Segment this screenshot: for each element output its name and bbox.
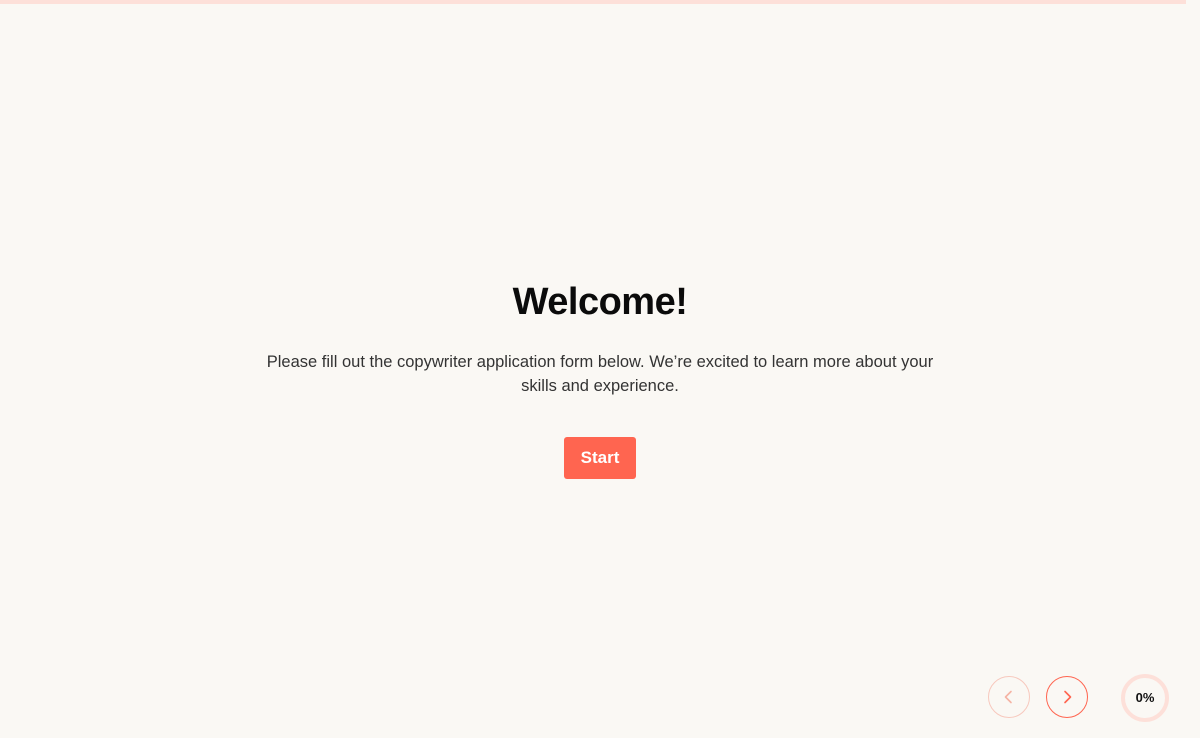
next-button[interactable] — [1046, 676, 1088, 718]
welcome-description: Please fill out the copywriter applicati… — [266, 353, 934, 395]
welcome-screen: Welcome! Please fill out the copywriter … — [0, 282, 1200, 479]
chevron-right-icon — [1064, 690, 1072, 704]
top-progress-bar — [0, 0, 1186, 4]
start-button[interactable]: Start — [564, 437, 636, 479]
progress-percent-label: 0% — [1135, 690, 1155, 705]
previous-button[interactable] — [988, 676, 1030, 718]
chevron-left-icon — [1004, 690, 1012, 704]
page-title: Welcome! — [512, 281, 688, 323]
progress-indicator: 0% — [1120, 673, 1170, 723]
